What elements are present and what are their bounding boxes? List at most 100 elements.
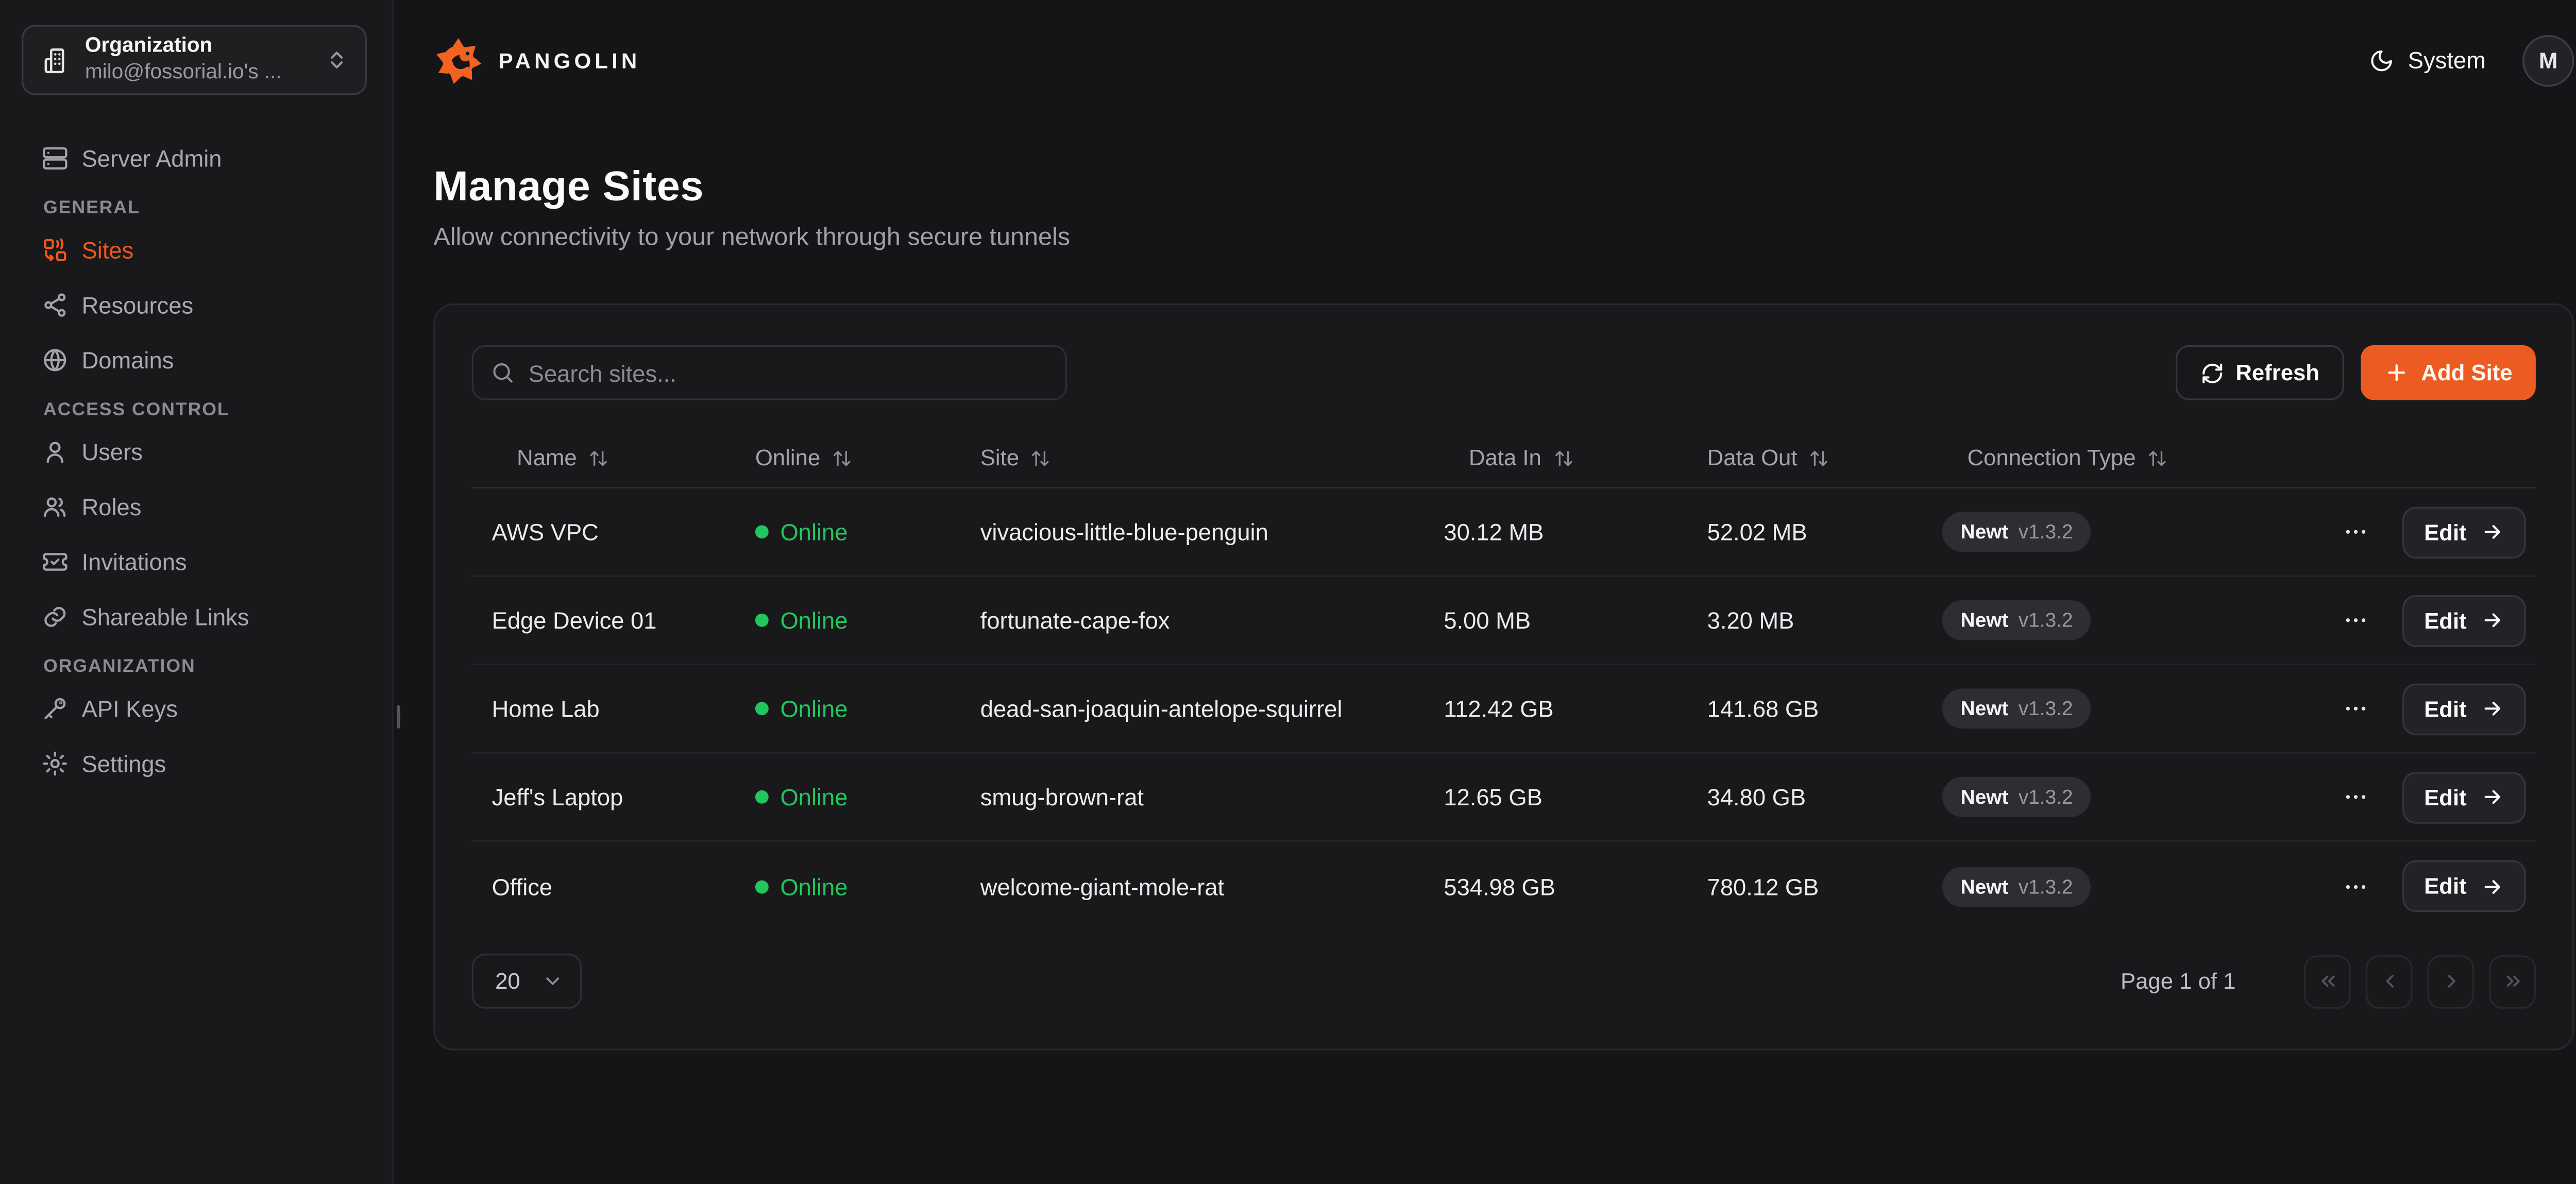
- sites-card: Refresh Add Site Name: [433, 303, 2574, 1051]
- arrow-right-icon: [2480, 608, 2503, 632]
- status-label: Online: [780, 695, 848, 722]
- column-header-connection-type[interactable]: Connection Type: [1922, 445, 2342, 470]
- search-icon: [490, 360, 515, 385]
- chevrons-right-icon: [2502, 970, 2523, 992]
- connection-badge: Newt v1.3.2: [1942, 512, 2091, 552]
- column-header-online[interactable]: Online: [735, 445, 960, 470]
- theme-toggle[interactable]: System: [2369, 47, 2486, 74]
- top-header: PANGOLIN System M: [394, 0, 2576, 120]
- column-header-name[interactable]: Name: [472, 445, 735, 470]
- data-out-value: 141.68 GB: [1687, 695, 1922, 722]
- edit-button[interactable]: Edit: [2402, 771, 2525, 823]
- table-row: Jeff's Laptop Online smug-brown-rat 12.6…: [472, 754, 2536, 842]
- sort-icon: [832, 448, 852, 468]
- link-icon: [42, 603, 69, 630]
- column-header-data-in[interactable]: Data In: [1424, 445, 1687, 470]
- sidebar-section-organization: ORGANIZATION: [27, 657, 365, 677]
- row-menu-button[interactable]: [2343, 603, 2369, 637]
- row-menu-button[interactable]: [2343, 780, 2369, 814]
- status-label: Online: [780, 873, 848, 900]
- row-menu-button[interactable]: [2343, 515, 2369, 549]
- connection-badge: Newt v1.3.2: [1942, 688, 2091, 729]
- table-row: Home Lab Online dead-san-joaquin-antelop…: [472, 665, 2536, 754]
- last-page-button[interactable]: [2489, 955, 2536, 1008]
- user-icon: [42, 438, 69, 465]
- edit-button[interactable]: Edit: [2402, 595, 2525, 646]
- sidebar-nav: Server Admin GENERAL Sites: [0, 95, 392, 783]
- edit-button[interactable]: Edit: [2402, 860, 2525, 912]
- site-slug: welcome-giant-mole-rat: [960, 873, 1424, 900]
- sidebar-item-resources[interactable]: Resources: [27, 285, 365, 325]
- sidebar-item-label: Sites: [82, 237, 134, 264]
- site-slug: smug-brown-rat: [960, 784, 1424, 810]
- data-out-value: 52.02 MB: [1687, 518, 1922, 545]
- search-input[interactable]: [529, 359, 1049, 386]
- online-dot-icon: [755, 790, 769, 804]
- users-icon: [42, 494, 69, 520]
- ticket-check-icon: [42, 549, 69, 576]
- sidebar-item-api-keys[interactable]: API Keys: [27, 688, 365, 729]
- ellipsis-icon: [2343, 873, 2369, 900]
- sidebar-item-label: Roles: [82, 494, 142, 520]
- org-switcher-current: milo@fossorial.io's ...: [85, 60, 310, 86]
- sidebar-item-invitations[interactable]: Invitations: [27, 542, 365, 582]
- add-site-button[interactable]: Add Site: [2361, 345, 2536, 400]
- row-menu-button[interactable]: [2343, 692, 2369, 725]
- first-page-button[interactable]: [2304, 955, 2351, 1008]
- data-in-value: 5.00 MB: [1424, 607, 1687, 634]
- sidebar-item-shareable-links[interactable]: Shareable Links: [27, 597, 365, 637]
- sidebar-item-domains[interactable]: Domains: [27, 340, 365, 380]
- sidebar-item-label: Server Admin: [82, 145, 222, 172]
- sidebar-section-general: GENERAL: [27, 198, 365, 218]
- chevron-left-icon: [2378, 970, 2400, 992]
- ellipsis-icon: [2343, 607, 2369, 634]
- refresh-icon: [2200, 361, 2224, 384]
- status-cell: Online: [735, 518, 960, 545]
- sites-icon: [42, 237, 69, 264]
- chevrons-up-down-icon: [325, 48, 348, 72]
- refresh-button[interactable]: Refresh: [2176, 345, 2345, 400]
- sidebar-item-sites[interactable]: Sites: [27, 230, 365, 270]
- user-avatar[interactable]: M: [2522, 34, 2574, 86]
- site-name: Home Lab: [472, 695, 735, 722]
- sidebar-item-settings[interactable]: Settings: [27, 743, 365, 784]
- sidebar-item-label: API Keys: [82, 695, 178, 722]
- chevron-down-icon: [542, 970, 564, 992]
- page-size-select[interactable]: 20: [472, 954, 582, 1009]
- building-icon: [42, 46, 70, 74]
- sidebar-item-label: Shareable Links: [82, 603, 249, 630]
- sidebar-item-users[interactable]: Users: [27, 432, 365, 472]
- column-header-site[interactable]: Site: [960, 445, 1424, 470]
- site-slug: dead-san-joaquin-antelope-squirrel: [960, 695, 1424, 722]
- sidebar-item-roles[interactable]: Roles: [27, 487, 365, 527]
- sidebar-section-access-control: ACCESS CONTROL: [27, 400, 365, 420]
- app-window: Organization milo@fossorial.io's ... Ser…: [0, 0, 2576, 1184]
- org-switcher-title: Organization: [85, 34, 310, 60]
- table-row: AWS VPC Online vivacious-little-blue-pen…: [472, 488, 2536, 577]
- row-menu-button[interactable]: [2343, 870, 2369, 903]
- brand-wordmark: PANGOLIN: [499, 47, 641, 73]
- sidebar-item-server-admin[interactable]: Server Admin: [27, 139, 365, 179]
- page-subtitle: Allow connectivity to your network throu…: [433, 224, 2574, 252]
- prev-page-button[interactable]: [2366, 955, 2413, 1008]
- column-header-data-out[interactable]: Data Out: [1687, 445, 1922, 470]
- site-name: Jeff's Laptop: [472, 784, 735, 810]
- sidebar-resize-handle[interactable]: [396, 705, 400, 729]
- brand-logo[interactable]: PANGOLIN: [433, 35, 640, 85]
- online-dot-icon: [755, 525, 769, 538]
- sidebar-item-label: Users: [82, 438, 143, 465]
- next-page-button[interactable]: [2428, 955, 2475, 1008]
- theme-label: System: [2408, 47, 2486, 74]
- connection-badge: Newt v1.3.2: [1942, 600, 2091, 640]
- page-title: Manage Sites: [433, 163, 2574, 212]
- status-cell: Online: [735, 873, 960, 900]
- edit-button[interactable]: Edit: [2402, 683, 2525, 734]
- table-header-row: Name Online Site Data In: [472, 429, 2536, 488]
- site-name: Edge Device 01: [472, 607, 735, 634]
- edit-button[interactable]: Edit: [2402, 506, 2525, 557]
- data-out-value: 34.80 GB: [1687, 784, 1922, 810]
- site-slug: fortunate-cape-fox: [960, 607, 1424, 634]
- org-switcher[interactable]: Organization milo@fossorial.io's ...: [22, 25, 367, 95]
- server-icon: [42, 145, 69, 172]
- chevrons-left-icon: [2316, 970, 2338, 992]
